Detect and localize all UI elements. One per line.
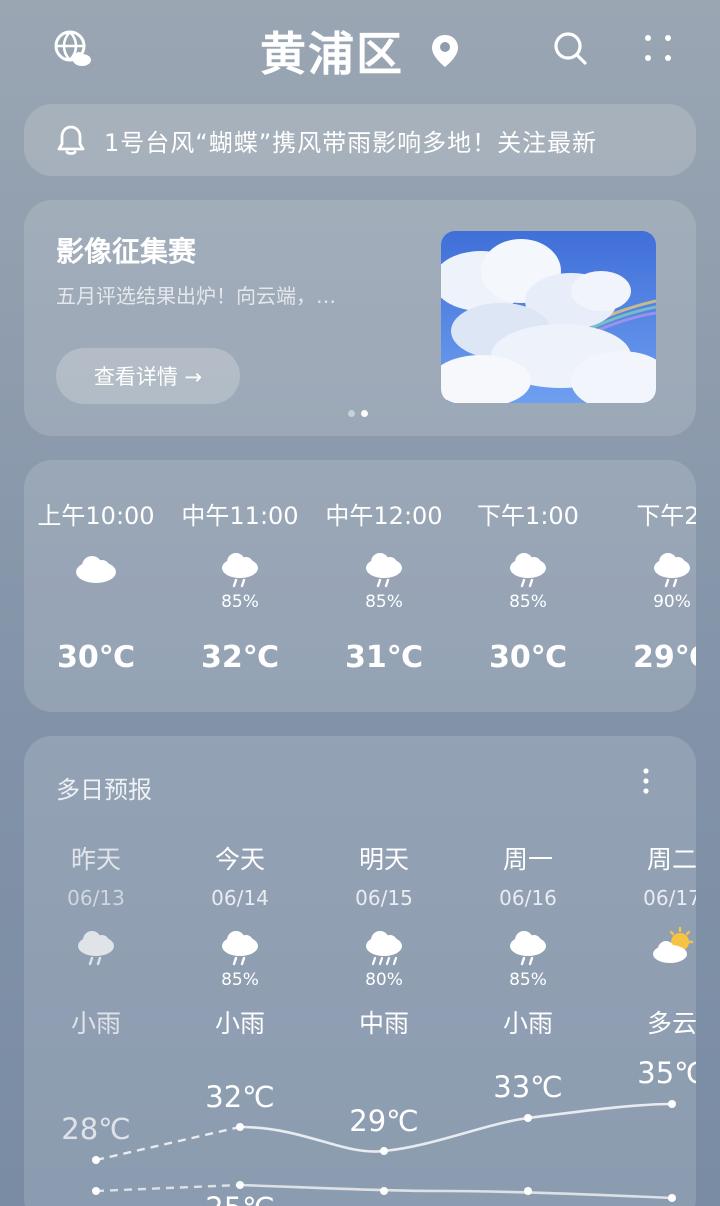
promo-subtitle: 五月评选结果出炉！向云端，… [56,284,336,308]
temp-point [92,1156,100,1164]
hour-precip: 85% [221,592,259,612]
menu-grid-icon[interactable] [636,26,680,70]
pagination-dot-active[interactable] [361,410,368,417]
hour-time: 下午2: [636,502,696,530]
light-rain-icon [510,553,546,588]
city-title[interactable]: 黄浦区 [0,18,720,84]
high-temp-label: 29℃ [349,1104,419,1138]
hour-temp: 32℃ [200,640,280,675]
bell-icon [57,125,85,155]
hour-time: 下午1:00 [477,502,579,530]
promo-card[interactable]: 影像征集赛 五月评选结果出炉！向云端，… 查看详情 → [24,200,696,436]
high-temp-label: 32℃ [205,1080,275,1114]
location-pin-icon [432,35,458,67]
light-rain-icon [654,553,690,588]
header: 黄浦区 [0,0,720,100]
hour-precip: 90% [653,592,691,612]
alert-text: 1号台风“蝴蝶”携风带雨影响多地！关注最新 [104,128,598,157]
low-temp-point [380,1187,388,1195]
hour-time: 中午11:00 [181,502,299,530]
hour-precip: 85% [365,592,403,612]
hour-temp: 31℃ [344,640,424,675]
hour-time: 上午10:00 [37,502,155,530]
low-temp-point [524,1187,532,1195]
search-icon[interactable] [548,26,592,70]
hour-temp: 29℃ [632,640,696,675]
temp-point [236,1123,244,1131]
cloudy-icon [76,556,116,583]
pagination-dot[interactable] [348,410,355,417]
low-temp-point [92,1187,100,1195]
low-temp-point [236,1181,244,1189]
hour-precip: 85% [509,592,547,612]
alert-ticker[interactable]: 1号台风“蝴蝶”携风带雨影响多地！关注最新 [24,104,696,176]
light-rain-icon [222,553,258,588]
light-rain-icon [366,553,402,588]
high-temp-label: 28℃ [61,1112,131,1146]
low-temp-label: 25℃ [168,1191,312,1206]
promo-title: 影像征集赛 [56,235,197,268]
hourly-forecast[interactable]: 上午10:00 30℃ 中午11:00 85% 32℃ 中午12:00 85% … [24,460,696,712]
daily-forecast[interactable]: 多日预报 昨天 06/13 小雨 今天 06/14 85% 小雨 明天 06/1… [24,736,696,1206]
temp-point [524,1114,532,1122]
view-details-button[interactable]: 查看详情 → [56,348,240,404]
temp-point [380,1147,388,1155]
low-temp-point [668,1194,676,1202]
hour-temp: 30℃ [488,640,568,675]
hour-time: 中午12:00 [325,502,443,530]
hour-temp: 30℃ [56,640,136,675]
high-temp-label: 33℃ [493,1070,563,1104]
cloud-rainbow-image[interactable] [441,231,656,403]
temp-point [668,1100,676,1108]
high-temp-label: 35℃ [637,1056,696,1090]
promo-pagination [348,410,368,417]
city-name: 黄浦区 [259,27,404,81]
